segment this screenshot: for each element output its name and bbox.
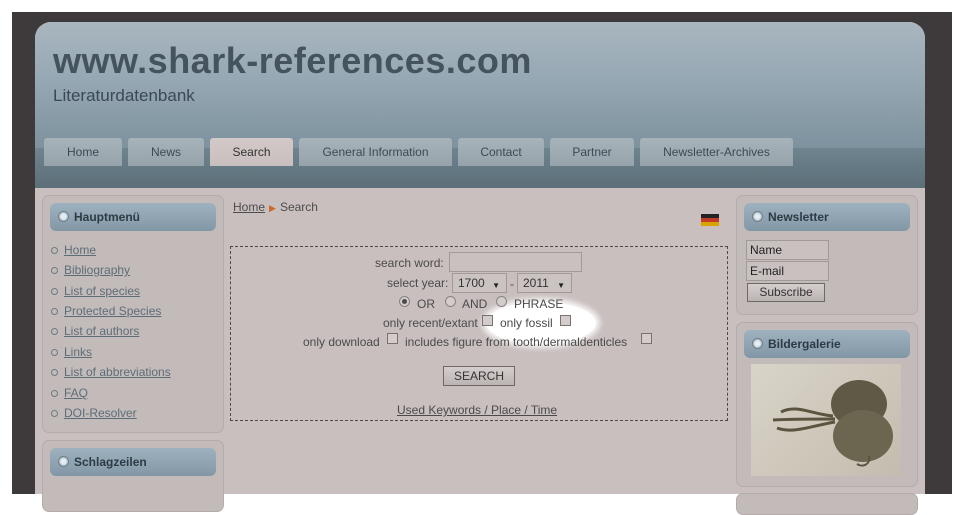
newsletter-email-field[interactable]: E-mail [746,261,829,281]
headlines-box: Schlagzeilen [42,440,224,512]
radio-phrase[interactable] [496,296,507,307]
radio-and[interactable] [445,296,456,307]
only-fossil-label: only fossil [500,316,553,330]
only-download-checkbox[interactable] [387,333,398,344]
circle-bullet-icon [51,369,58,377]
tab-newsletter-archives[interactable]: Newsletter-Archives [640,138,793,166]
email-placeholder: E-mail [750,264,785,278]
flag-stripe-gold [701,222,719,226]
arrow-right-icon: ▶ [269,203,276,213]
menu-item-links[interactable]: Links [51,345,92,359]
only-download-label: only download [303,335,380,349]
circle-bullet-icon [51,328,58,336]
only-recent-label: only recent/extant [383,316,478,330]
circle-bullet-icon [51,247,58,255]
radio-phrase-label: PHRASE [514,297,564,311]
site-header: www.shark-references.com Literaturdatenb… [35,22,925,148]
circle-bullet-icon [51,410,58,418]
bullet-icon [752,338,763,349]
dropdown-arrow-icon: ▼ [557,281,565,290]
site-subtitle: Literaturdatenbank [53,86,195,105]
menu-item-list-of-abbreviations[interactable]: List of abbreviations [51,365,171,379]
select-year-label: select year: [387,276,449,290]
newsletter-name-field[interactable]: Name [746,240,829,260]
name-placeholder: Name [750,243,783,257]
radio-or[interactable] [399,296,410,307]
tab-partner[interactable]: Partner [550,138,634,166]
tab-home[interactable]: Home [44,138,122,166]
year-from-select[interactable]: 1700 ▼ [452,273,507,293]
gallery-title: Bildergalerie [768,337,841,351]
newsletter-header: Newsletter [744,203,910,231]
year-to-value: 2011 [523,276,549,290]
radio-or-label: OR [417,297,435,311]
search-word-label: search word: [375,256,444,270]
year-to-select[interactable]: 2011 ▼ [517,273,572,293]
bullet-icon [58,456,69,467]
menu-item-list-of-species[interactable]: List of species [51,284,140,298]
menu-item-faq[interactable]: FAQ [51,386,88,400]
tab-contact[interactable]: Contact [458,138,544,166]
breadcrumb-current: Search [279,200,318,214]
tab-news[interactable]: News [128,138,204,166]
main-menu-title: Hauptmenü [74,210,140,224]
circle-bullet-icon [51,308,58,316]
main-menu-header: Hauptmenü [50,203,216,231]
only-recent-checkbox[interactable] [482,315,493,326]
used-keywords-link[interactable]: Used Keywords / Place / Time [397,403,557,417]
gallery-header: Bildergalerie [744,330,910,358]
bullet-icon [58,211,69,222]
site-title[interactable]: www.shark-references.com [53,40,532,82]
year-from-value: 1700 [458,276,485,290]
headlines-title: Schlagzeilen [74,455,147,469]
year-separator: - [510,277,514,291]
search-button[interactable]: SEARCH [443,366,515,386]
tab-general-information[interactable]: General Information [299,138,452,166]
search-word-input[interactable] [449,252,582,272]
circle-bullet-icon [51,390,58,398]
gallery-image[interactable] [751,364,901,476]
menu-item-protected-species[interactable]: Protected Species [51,304,161,318]
next-box [736,493,918,515]
tab-search[interactable]: Search [210,138,293,166]
breadcrumb: Home ▶ Search [233,200,318,214]
breadcrumb-home-link[interactable]: Home [233,200,265,214]
bullet-icon [752,211,763,222]
newsletter-title: Newsletter [768,210,829,224]
radio-and-label: AND [462,297,488,311]
circle-bullet-icon [51,349,58,357]
circle-bullet-icon [51,267,58,275]
circle-bullet-icon [51,288,58,296]
ray-illustration [772,380,893,467]
menu-item-doi-resolver[interactable]: DOI-Resolver [51,406,137,420]
only-fossil-checkbox[interactable] [560,315,571,326]
figure-label: includes figure from tooth/dermaldenticl… [405,335,628,349]
menu-item-list-of-authors[interactable]: List of authors [51,324,139,338]
dropdown-arrow-icon: ▼ [492,281,500,290]
menu-item-home[interactable]: Home [51,243,96,257]
figure-checkbox[interactable] [641,333,652,344]
german-flag-icon[interactable] [701,214,719,226]
menu-item-bibliography[interactable]: Bibliography [51,263,130,277]
headlines-header: Schlagzeilen [50,448,216,476]
subscribe-button[interactable]: Subscribe [747,283,825,302]
